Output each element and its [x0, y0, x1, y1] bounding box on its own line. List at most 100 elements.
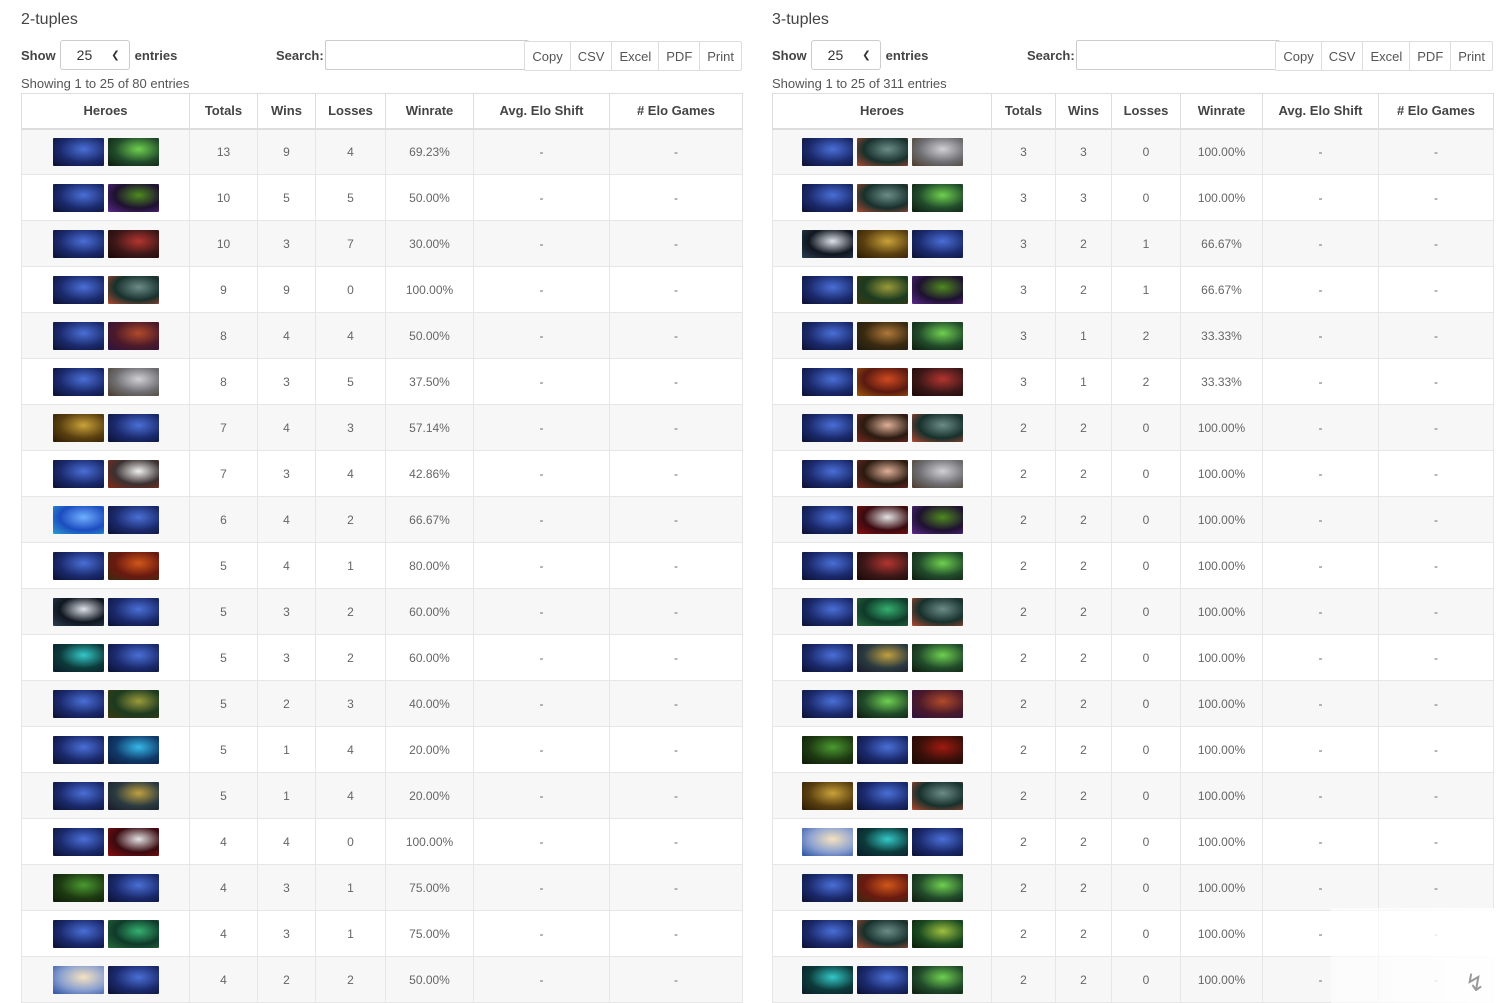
search-input[interactable]: [1075, 40, 1280, 70]
elo-shift-cell: -: [473, 634, 610, 681]
header-elo-games[interactable]: # Elo Games: [1378, 93, 1494, 130]
wins-cell: 2: [1055, 588, 1112, 635]
watermark-logo-icon: ↯: [1464, 969, 1485, 997]
header-avg-elo-shift[interactable]: Avg. Elo Shift: [1262, 93, 1379, 130]
heroes-cell: [21, 496, 190, 543]
hero-riki-icon: [107, 643, 159, 672]
csv-button[interactable]: CSV: [1320, 41, 1364, 71]
hero-riki-icon: [801, 413, 853, 442]
heroes-cell: [772, 542, 992, 589]
hero-riki-icon: [52, 689, 104, 718]
heroes-cell: [772, 588, 992, 635]
elo-games-cell: -: [1378, 266, 1494, 313]
wins-cell: 2: [1055, 634, 1112, 681]
hero-riki-icon: [107, 505, 159, 534]
hero-luna-icon: [52, 597, 104, 626]
hero-rubick-icon: [911, 965, 963, 994]
hero-tiny-icon: [107, 367, 159, 396]
hero-portraits: [773, 183, 991, 212]
hero-portraits: [22, 827, 189, 856]
hero-bat-icon: [107, 321, 159, 350]
wins-cell: 9: [257, 266, 316, 313]
elo-games-cell: -: [609, 864, 743, 911]
header-wins[interactable]: Wins: [1055, 93, 1112, 130]
hero-lifestealer-icon: [107, 229, 159, 258]
hero-portraits: [22, 459, 189, 488]
header-avg-elo-shift[interactable]: Avg. Elo Shift: [473, 93, 610, 130]
totals-cell: 10: [189, 220, 258, 267]
hero-portraits: [773, 873, 991, 902]
header-winrate[interactable]: Winrate: [385, 93, 474, 130]
winrate-cell: 50.00%: [385, 312, 474, 359]
copy-button[interactable]: Copy: [1275, 41, 1322, 71]
hero-medusa-icon: [856, 597, 908, 626]
table-body: 3 3 0 100.00% - -3 3 0 100.00% - -3 2 1 66.67% - -3 2 1 66…: [772, 128, 1494, 1003]
header-totals[interactable]: Totals: [991, 93, 1056, 130]
hero-riki-icon: [856, 781, 908, 810]
totals-cell: 3: [991, 174, 1056, 221]
elo-shift-cell: -: [473, 680, 610, 727]
pdf-button[interactable]: PDF: [658, 41, 701, 71]
search-input[interactable]: [324, 40, 529, 70]
hero-riki-icon: [801, 551, 853, 580]
losses-cell: 0: [1111, 542, 1181, 589]
totals-cell: 3: [991, 312, 1056, 359]
hero-rubick-icon: [911, 321, 963, 350]
header-wins[interactable]: Wins: [257, 93, 316, 130]
totals-cell: 8: [189, 358, 258, 405]
header-totals[interactable]: Totals: [189, 93, 258, 130]
page-length-select[interactable]: 25 ❮: [810, 40, 881, 70]
hero-pudge-icon: [107, 459, 159, 488]
table-row: 7 4 3 57.14% - -: [21, 404, 743, 451]
hero-sand-icon: [801, 781, 853, 810]
pdf-button[interactable]: PDF: [1409, 41, 1452, 71]
copy-button[interactable]: Copy: [524, 41, 571, 71]
hero-riki-icon: [52, 183, 104, 212]
elo-games-cell: -: [609, 266, 743, 313]
csv-button[interactable]: CSV: [569, 41, 613, 71]
hero-tusk-icon: [911, 597, 963, 626]
losses-cell: 0: [1111, 634, 1181, 681]
page-length-select[interactable]: 25 ❮: [59, 40, 130, 70]
print-button[interactable]: Print: [1450, 41, 1493, 71]
elo-shift-cell: -: [473, 404, 610, 451]
hero-riki-icon: [856, 735, 908, 764]
wins-cell: 4: [257, 312, 316, 359]
header-losses[interactable]: Losses: [1111, 93, 1181, 130]
header-heroes[interactable]: Heroes: [772, 93, 992, 130]
hero-portraits: [22, 597, 189, 626]
excel-button[interactable]: Excel: [611, 41, 660, 71]
losses-cell: 2: [315, 956, 386, 1003]
hero-luna-icon: [801, 229, 853, 258]
hero-portraits: [22, 643, 189, 672]
elo-shift-cell: -: [1262, 542, 1379, 589]
elo-shift-cell: -: [473, 956, 610, 1003]
winrate-cell: 100.00%: [1180, 588, 1263, 635]
winrate-cell: 100.00%: [1180, 128, 1263, 175]
header-losses[interactable]: Losses: [315, 93, 386, 130]
hero-portraits: [773, 919, 991, 948]
export-buttons: Copy CSV Excel PDF Print: [1275, 41, 1493, 71]
elo-games-cell: -: [609, 128, 743, 175]
hero-riki-icon: [801, 275, 853, 304]
header-elo-games[interactable]: # Elo Games: [609, 93, 743, 130]
hero-void-icon: [107, 183, 159, 212]
wins-cell: 2: [1055, 220, 1112, 267]
excel-button[interactable]: Excel: [1362, 41, 1411, 71]
heroes-cell: [21, 680, 190, 727]
print-button[interactable]: Print: [699, 41, 742, 71]
table-header-row: Heroes Totals Wins Losses Winrate Avg. E…: [772, 93, 1494, 130]
winrate-cell: 40.00%: [385, 680, 474, 727]
header-winrate[interactable]: Winrate: [1180, 93, 1263, 130]
hero-portraits: [22, 551, 189, 580]
totals-cell: 4: [189, 864, 258, 911]
heroes-cell: [21, 818, 190, 865]
table-body: 13 9 4 69.23% - -10 5 5 50.00% - -10 3 7 30.00% - -9 9 0 1…: [21, 128, 743, 1003]
wins-cell: 2: [1055, 542, 1112, 589]
totals-cell: 10: [189, 174, 258, 221]
totals-cell: 2: [991, 542, 1056, 589]
page-length-control: Show 25 ❮ entries: [772, 40, 928, 70]
hero-riki-icon: [107, 965, 159, 994]
elo-shift-cell: -: [473, 312, 610, 359]
header-heroes[interactable]: Heroes: [21, 93, 190, 130]
